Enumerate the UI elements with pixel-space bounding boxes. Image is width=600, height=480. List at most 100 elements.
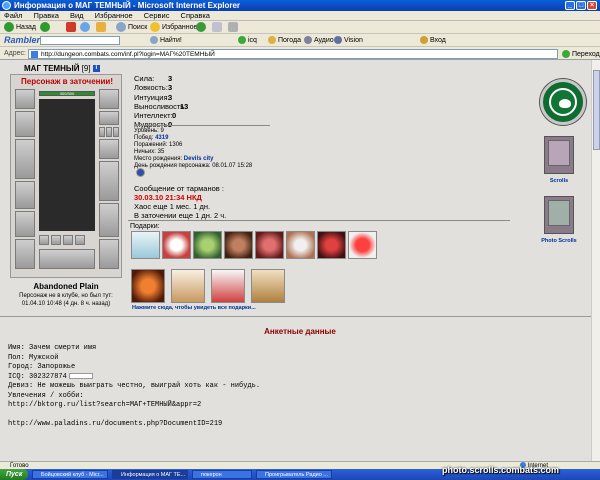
ring-slot[interactable]	[106, 127, 112, 137]
rambler-search-input[interactable]	[40, 36, 120, 45]
ring-slot[interactable]	[113, 127, 119, 137]
medal-icon[interactable]	[136, 168, 145, 177]
boots-right-slot[interactable]	[99, 239, 119, 269]
photo-scrolls-label[interactable]: Photo Scrolls	[534, 238, 584, 244]
audio-button[interactable]: Аудио	[304, 35, 334, 46]
favorites-button[interactable]: Избранное	[150, 22, 197, 33]
divider	[128, 220, 510, 221]
pocket-slots[interactable]	[39, 249, 95, 269]
search-button[interactable]: Поиск	[116, 22, 147, 33]
profile-title: Анкетные данные	[264, 327, 336, 336]
taskbar-item[interactable]: Проигрыватель Радио ...	[256, 470, 332, 479]
character-location: Abandoned Plain	[33, 282, 99, 291]
armor-slot[interactable]	[15, 181, 35, 209]
menu-help[interactable]: Справка	[181, 11, 210, 20]
rune-slot[interactable]	[51, 235, 61, 245]
star-icon	[150, 22, 160, 33]
gifts-label: Подарки:	[130, 223, 160, 230]
menu-edit[interactable]: Правка	[34, 11, 59, 20]
rune-slot[interactable]	[39, 235, 49, 245]
scrolls-label[interactable]: Scrolls	[534, 178, 584, 184]
vision-icon	[334, 36, 342, 45]
info-icon[interactable]: i	[92, 65, 100, 73]
gift-bear[interactable]	[286, 231, 315, 259]
refresh-button[interactable]	[80, 22, 90, 33]
profile-link[interactable]: http://www.paladins.ru/documents.php?Doc…	[8, 420, 260, 430]
stat-row: Ловкость: 3	[134, 83, 173, 93]
home-button[interactable]	[96, 22, 106, 33]
close-button[interactable]: ×	[587, 1, 597, 10]
page-content: МАГ ТЕМНЫЙ [9] i Персонаж в заточении! 3…	[0, 60, 600, 461]
shield-slot[interactable]	[99, 161, 119, 201]
mail-button[interactable]	[212, 22, 222, 33]
gift-heart[interactable]	[348, 231, 377, 259]
icq-button[interactable]: icq	[238, 35, 257, 46]
rambler-toolbar: Rambler Найти! icq Погода Аудио Vision В…	[0, 34, 600, 47]
menu-view[interactable]: Вид	[70, 11, 84, 20]
rambler-find-button[interactable]: Найти!	[150, 35, 182, 46]
gift-card-scroll[interactable]	[251, 269, 285, 303]
address-input[interactable]: http://dungeon.combats.com/inf.pl?login=…	[28, 49, 558, 59]
login-button[interactable]: Вход	[420, 35, 446, 46]
earrings-slot[interactable]	[99, 89, 119, 109]
boots-slot[interactable]	[15, 239, 35, 269]
vertical-scrollbar[interactable]	[591, 60, 600, 461]
rune-slot[interactable]	[63, 235, 73, 245]
maximize-button[interactable]: □	[576, 1, 586, 10]
character-level: [9]	[81, 64, 91, 73]
weather-icon	[268, 36, 276, 45]
gift-helmet[interactable]	[224, 231, 253, 259]
birthplace-link[interactable]: Devils city	[184, 156, 214, 162]
wins-count: 4319	[155, 135, 169, 141]
gift-card-letter[interactable]	[171, 269, 205, 303]
watermark: photo.scrolls.combats.com	[442, 465, 560, 475]
start-button[interactable]: Пуск	[0, 469, 28, 480]
ie-icon	[2, 1, 11, 10]
taskbar-item-active[interactable]: Информация о МАГ ТЕ...	[112, 470, 188, 479]
profile-link[interactable]: http://bktorg.ru/list?search=МАГ+ТЕМНЫЙ&…	[8, 401, 260, 411]
amulet-slot[interactable]	[99, 111, 119, 125]
profile-hobbies-label: Увлечения / хобби:	[8, 391, 84, 400]
menu-file[interactable]: Файл	[4, 11, 22, 20]
gift-tower[interactable]	[131, 231, 160, 259]
gift-card-fire[interactable]	[131, 269, 165, 303]
vision-button[interactable]: Vision	[334, 35, 363, 46]
bracers-slot[interactable]	[15, 111, 35, 137]
rune-slot[interactable]	[75, 235, 85, 245]
gift-teddy-bear[interactable]	[162, 231, 191, 259]
taskbar-item[interactable]: Бойцовский клуб - Micr...	[32, 470, 108, 479]
stop-icon	[66, 22, 76, 33]
print-button[interactable]	[228, 22, 238, 33]
leggings-slot[interactable]	[99, 203, 119, 237]
history-icon	[196, 22, 206, 33]
history-button[interactable]	[196, 22, 206, 33]
gift-goblin[interactable]	[193, 231, 222, 259]
scrolls-flag-icon[interactable]	[544, 136, 574, 174]
clan-emblem[interactable]	[540, 79, 586, 125]
belt-slot[interactable]	[15, 211, 35, 237]
photo-scrolls-flag-icon[interactable]	[544, 196, 574, 234]
minimize-button[interactable]: _	[565, 1, 575, 10]
character-silhouette	[39, 99, 95, 231]
menu-favorites[interactable]: Избранное	[95, 11, 133, 20]
message-time: 30.03.10 21:34 НКД	[134, 193, 202, 202]
online-status: Персонаж не в клубе, но был тут: 01.04.1…	[19, 293, 113, 307]
divider	[0, 316, 600, 317]
all-gifts-link[interactable]: Нажмите сюда, чтобы увидеть все подарки.…	[132, 305, 256, 311]
back-button[interactable]: Назад	[4, 22, 36, 33]
gift-card-open[interactable]	[211, 269, 245, 303]
menu-tools[interactable]: Сервис	[144, 11, 170, 20]
helmet-slot[interactable]	[15, 89, 35, 109]
weapon-slot[interactable]	[15, 139, 35, 179]
ring-slot[interactable]	[99, 127, 105, 137]
scrollbar-thumb[interactable]	[593, 70, 600, 150]
gloves-slot[interactable]	[99, 139, 119, 159]
stat-row: Интеллект: 0	[134, 111, 177, 121]
gift-red-figure[interactable]	[255, 231, 284, 259]
forward-button[interactable]	[40, 22, 50, 33]
gift-roses[interactable]	[317, 231, 346, 259]
profile-icq: ICQ: 302327874	[8, 373, 260, 383]
weather-button[interactable]: Погода	[268, 35, 301, 46]
taskbar-item[interactable]: покерон	[192, 470, 252, 479]
stop-button[interactable]	[66, 22, 76, 33]
